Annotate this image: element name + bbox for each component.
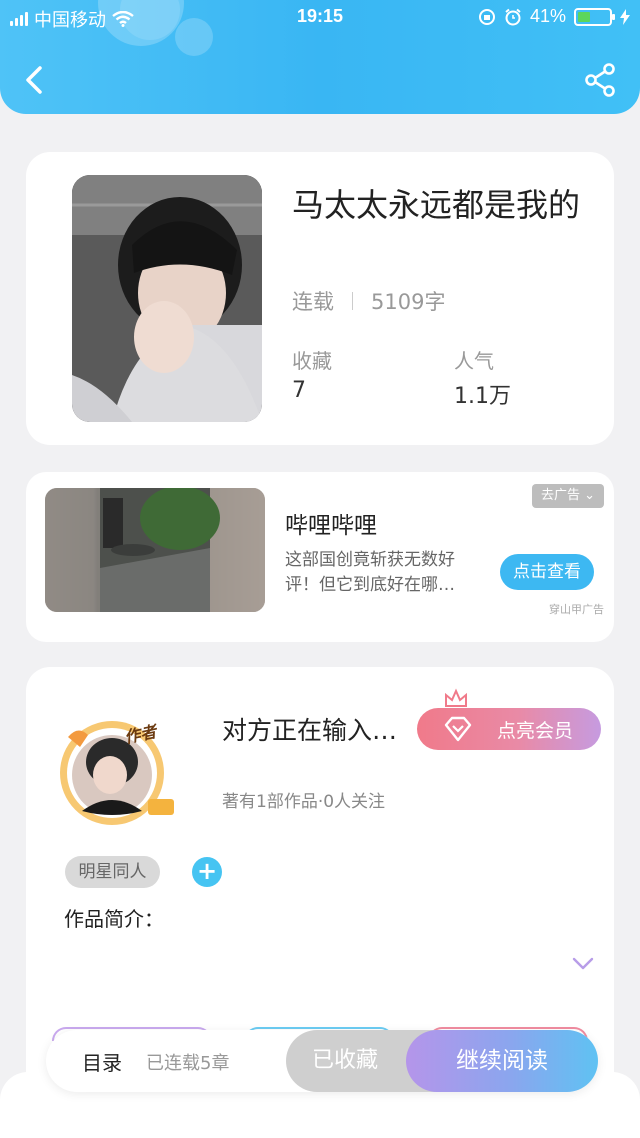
author-name[interactable]: 对方正在输入… [222, 711, 397, 747]
popularity-label: 人气 [454, 349, 494, 373]
back-icon[interactable] [18, 60, 52, 100]
remove-ad-button[interactable]: 去广告 ⌄ [532, 484, 604, 508]
remove-ad-label: 去广告 [540, 488, 580, 503]
genre-tag[interactable]: 明星同人 [65, 856, 160, 888]
battery-percent: 41% [529, 6, 566, 26]
charging-icon [620, 8, 630, 25]
crown-icon [445, 688, 467, 707]
favorites-value: 7 [292, 378, 306, 403]
book-cover[interactable] [72, 175, 262, 422]
alarm-icon [505, 8, 521, 25]
add-tag-button[interactable]: + [192, 857, 222, 887]
bottom-action-bar: 目录 已连载5章 已收藏 继续阅读 [46, 1030, 598, 1092]
share-icon[interactable] [582, 62, 618, 98]
diamond-icon [444, 716, 472, 742]
vip-label: 点亮会员 [496, 719, 573, 742]
ad-image[interactable] [45, 488, 265, 612]
continue-reading-button[interactable]: 继续阅读 [406, 1030, 598, 1092]
intro-label: 作品简介： [64, 907, 164, 931]
author-avatar[interactable]: 作者 [48, 707, 184, 827]
vip-button[interactable]: 点亮会员 [417, 708, 601, 750]
toc-button[interactable]: 目录 [82, 1047, 122, 1076]
ad-view-button[interactable]: 点击查看 [500, 554, 594, 590]
chapter-count: 已连载5章 [146, 1053, 230, 1074]
status-bar: 中国移动 19:15 41% [0, 0, 640, 34]
author-meta: 著有1部作品·0人关注 [222, 792, 386, 812]
word-count: 5109字 [371, 290, 446, 314]
book-status-row: 连载 5109字 [292, 286, 445, 316]
book-title: 马太太永远都是我的 [292, 186, 581, 224]
chevron-down-icon: ⌄ [584, 488, 596, 503]
divider [352, 292, 353, 310]
book-info-card: 马太太永远都是我的 连载 5109字 收藏 7 人气 1.1万 [26, 152, 614, 445]
serial-status: 连载 [292, 290, 334, 314]
chevron-down-icon[interactable] [572, 957, 594, 971]
header: 中国移动 19:15 41% [0, 0, 640, 114]
ad-source: 穿山甲广告 [549, 603, 604, 616]
popularity-value: 1.1万 [454, 384, 511, 409]
rotation-lock-icon [478, 8, 495, 25]
favorites-label: 收藏 [292, 349, 332, 373]
ad-card[interactable]: 哔哩哔哩 这部国创竟斩获无数好评！但它到底好在哪… 去广告 ⌄ 点击查看 穿山甲… [26, 472, 614, 642]
ad-title[interactable]: 哔哩哔哩 [285, 506, 377, 540]
ad-description: 这部国创竟斩获无数好评！但它到底好在哪… [285, 550, 455, 595]
battery-icon [574, 7, 615, 26]
